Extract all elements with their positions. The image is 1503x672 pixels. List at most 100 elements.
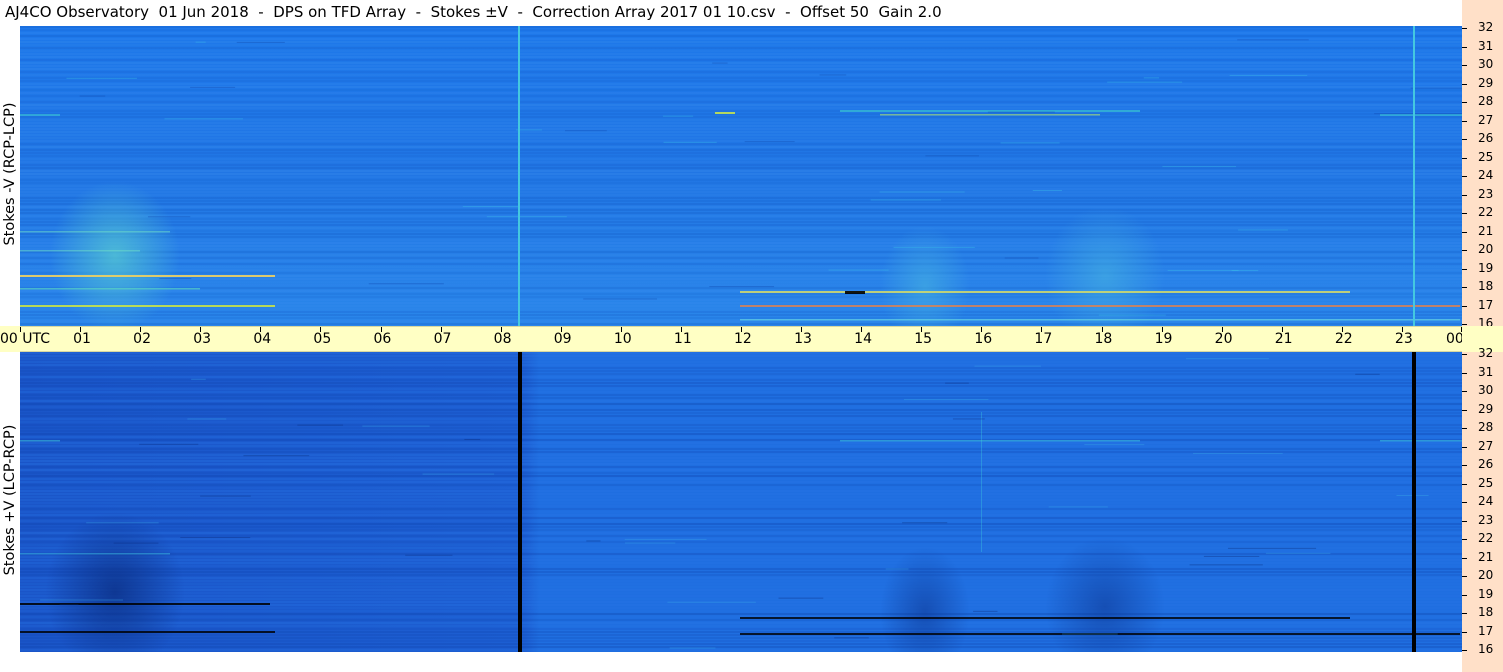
stripe <box>20 454 1462 456</box>
noise-line <box>870 199 942 201</box>
stripe <box>20 529 1462 531</box>
noise-line <box>1107 81 1183 83</box>
stripe <box>20 562 1462 564</box>
time-tick-label: 19 <box>1154 331 1173 347</box>
stripe <box>20 559 1462 561</box>
page-title: AJ4CO Observatory 01 Jun 2018 - DPS on T… <box>5 3 942 21</box>
stripe <box>20 83 1462 85</box>
noise-line <box>624 542 676 544</box>
stripe <box>20 227 1462 229</box>
stripe <box>20 550 1462 552</box>
noise-line <box>40 599 123 601</box>
noise-line <box>243 455 310 457</box>
noise-line <box>1048 506 1108 508</box>
freq-tick-mark <box>1462 631 1467 633</box>
stripe <box>20 538 1462 540</box>
stripe <box>20 68 1462 70</box>
freq-tick-mark <box>1462 613 1467 614</box>
freq-tick-mark <box>1462 176 1467 177</box>
stripe <box>20 137 1462 139</box>
noise-line <box>667 601 756 603</box>
noise-line <box>1084 444 1145 446</box>
freq-tick-label: 27 <box>1478 112 1494 127</box>
stripe <box>20 131 1462 133</box>
noise-line <box>1227 547 1317 549</box>
freq-tick-mark <box>1462 557 1467 559</box>
stripe <box>20 41 1462 43</box>
time-tick-label: 20 <box>1214 331 1233 347</box>
stripe <box>20 481 1462 483</box>
freq-tick-mark <box>1462 268 1467 270</box>
stripe <box>20 490 1462 492</box>
stripe <box>20 499 1462 501</box>
stripe <box>20 424 1462 426</box>
stripe <box>20 299 1462 301</box>
freq-tick-label: 31 <box>1478 364 1494 379</box>
band-line <box>1380 114 1462 116</box>
stripe <box>20 323 1462 325</box>
stripe <box>20 248 1462 250</box>
stripe <box>20 508 1462 510</box>
time-tick-label: 07 <box>433 331 452 347</box>
stripe <box>20 382 1462 384</box>
stripe <box>20 622 1462 624</box>
stripe <box>20 541 1462 543</box>
freq-tick-label: 21 <box>1478 223 1494 238</box>
stripe <box>20 577 1462 579</box>
stripe <box>20 77 1462 79</box>
stripe <box>20 430 1462 432</box>
stripe <box>20 152 1462 154</box>
stripe <box>20 146 1462 148</box>
noise-line <box>464 438 481 440</box>
stripe <box>20 370 1462 372</box>
stripe <box>20 116 1462 118</box>
stripe <box>20 394 1462 396</box>
time-tick-label: 18 <box>1094 331 1113 347</box>
stripe <box>20 589 1462 591</box>
stripe <box>20 245 1462 247</box>
noise-line <box>1032 190 1062 192</box>
noise-line <box>586 540 601 542</box>
stripe <box>20 574 1462 576</box>
stripe <box>20 475 1462 477</box>
noise-line <box>903 399 989 401</box>
time-tick-label: 12 <box>734 331 752 347</box>
stripe <box>20 86 1462 88</box>
stripe <box>20 302 1462 304</box>
stripe <box>20 191 1462 193</box>
noise-line <box>1355 373 1380 375</box>
band-line <box>740 305 1460 307</box>
band-line <box>740 319 1460 321</box>
stripe <box>20 125 1462 127</box>
stripe <box>20 352 1462 354</box>
stripe <box>20 263 1462 265</box>
noise-line <box>362 425 430 427</box>
stripe <box>20 200 1462 202</box>
noise-line <box>1229 74 1308 76</box>
stripe <box>20 406 1462 408</box>
freq-tick-mark <box>1462 391 1467 392</box>
stripe <box>20 451 1462 453</box>
stripe <box>20 206 1462 208</box>
freq-axis-top: 32 31 30 29 28 27 26 25 24 23 22 21 20 19 18 17 16 <box>1462 0 1503 330</box>
stripe <box>20 26 1462 28</box>
freq-tick-mark <box>1462 520 1467 522</box>
freq-tick-label: 28 <box>1478 420 1494 434</box>
freq-tick-mark <box>1462 250 1467 251</box>
stripe <box>20 397 1462 399</box>
noise-line <box>663 141 717 143</box>
stripe <box>20 553 1462 555</box>
freq-tick-mark <box>1462 354 1467 355</box>
stripe <box>20 628 1462 630</box>
stripe <box>20 460 1462 462</box>
band-line <box>20 114 60 116</box>
freq-tick-label: 26 <box>1478 457 1494 471</box>
noise-line <box>139 443 199 445</box>
stripe <box>20 526 1462 528</box>
stripe <box>20 493 1462 495</box>
stripe <box>20 143 1462 145</box>
noise-line <box>1189 564 1263 566</box>
noise-line <box>583 298 657 300</box>
noise-line <box>1237 39 1309 41</box>
freq-tick-mark <box>1462 324 1467 325</box>
